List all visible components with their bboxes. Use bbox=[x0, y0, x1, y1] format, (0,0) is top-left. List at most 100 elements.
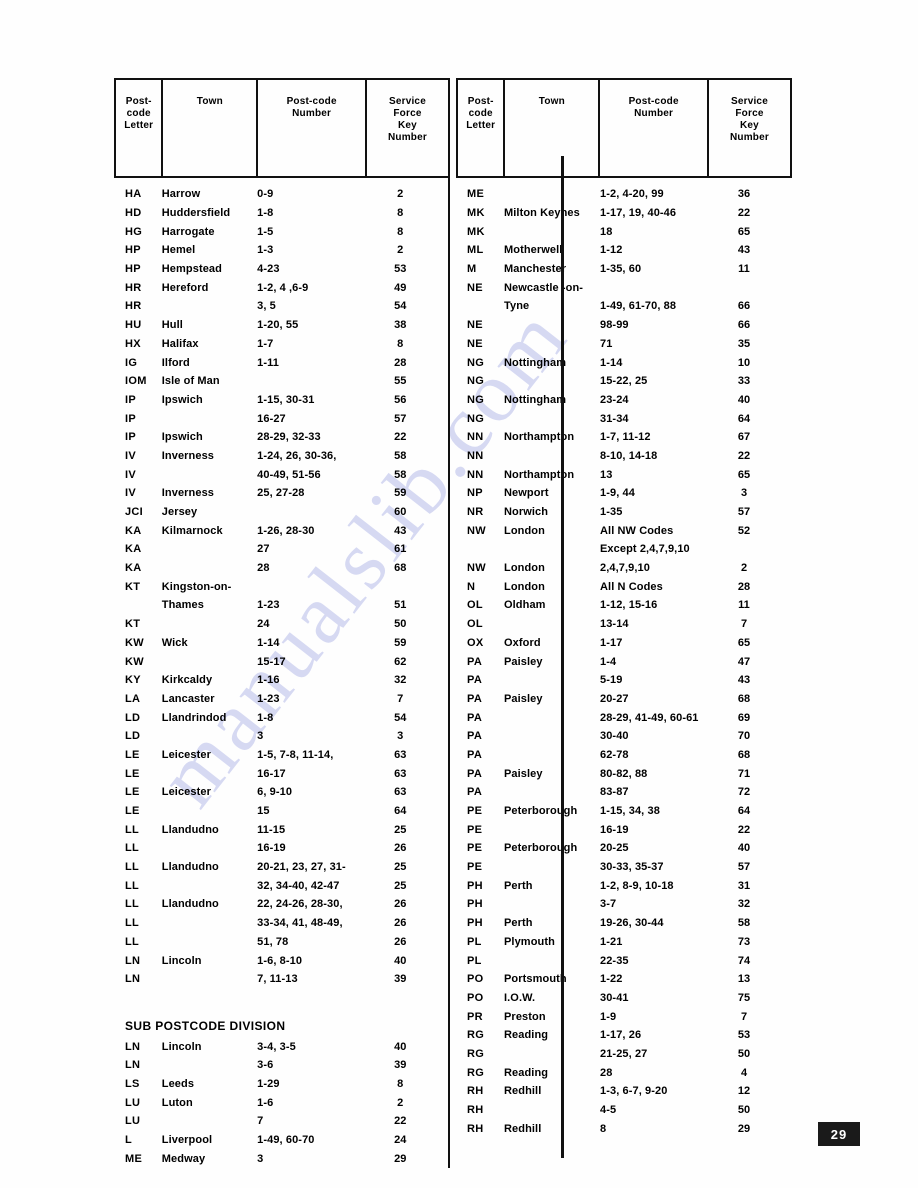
cell-service-force-key-number: 73 bbox=[737, 935, 751, 948]
cell-service-force-key-number: 68 bbox=[737, 748, 751, 761]
cell-service-force-key-number: 3 bbox=[397, 730, 404, 743]
cell-service-force-key-number: 50 bbox=[737, 1047, 751, 1060]
table-row: PA 62-78 68 bbox=[456, 746, 792, 765]
cell-postcode-letter: LL bbox=[125, 879, 140, 892]
table-row: PA Paisley 20-27 68 bbox=[456, 690, 792, 709]
cell-postcode-letter: L bbox=[125, 1134, 133, 1147]
cell-town: Hereford bbox=[161, 281, 209, 294]
table-row: PH Perth 1-2, 8-9, 10-18 31 bbox=[456, 876, 792, 895]
cell-postcode-letter: NN bbox=[467, 468, 484, 481]
cell-postcode-number: 25, 27-28 bbox=[257, 487, 305, 500]
cell-service-force-key-number: 59 bbox=[394, 487, 407, 500]
cell-postcode-letter: IP bbox=[125, 393, 136, 406]
cell-town: Tyne bbox=[504, 300, 530, 313]
cell-postcode-letter: PE bbox=[467, 861, 483, 874]
table-row: ME 1-2, 4-20, 99 36 bbox=[456, 185, 792, 204]
table-row: IV Inverness 25, 27-28 59 bbox=[114, 484, 448, 503]
cell-service-force-key-number: 64 bbox=[737, 412, 751, 425]
cell-postcode-letter: LU bbox=[125, 1115, 141, 1128]
cell-postcode-number: 18 bbox=[600, 225, 613, 238]
cell-postcode-letter: LL bbox=[125, 935, 140, 948]
cell-service-force-key-number: 10 bbox=[737, 356, 751, 369]
cell-service-force-key-number: 28 bbox=[737, 580, 751, 593]
cell-town: Hempstead bbox=[161, 263, 222, 276]
cell-service-force-key-number: 13 bbox=[737, 973, 751, 986]
cell-postcode-letter: KY bbox=[125, 674, 141, 687]
table-row: NN Northampton 1-7, 11-12 67 bbox=[456, 428, 792, 447]
right-postcode-table: Post- code Letter Town Post-code Number bbox=[456, 78, 792, 1138]
table-row: KT Kingston-on- bbox=[114, 577, 448, 596]
cell-service-force-key-number: 63 bbox=[394, 748, 407, 761]
cell-service-force-key-number: 66 bbox=[737, 319, 751, 332]
header-town: Town bbox=[505, 80, 601, 176]
cell-postcode-number: 3-4, 3-5 bbox=[257, 1040, 296, 1053]
cell-service-force-key-number: 26 bbox=[394, 917, 407, 930]
cell-postcode-number: 20-21, 23, 27, 31- bbox=[257, 861, 346, 874]
table-row: HR 3, 5 54 bbox=[114, 297, 448, 316]
table-row: IG Ilford 1-11 28 bbox=[114, 353, 448, 372]
cell-postcode-letter: MK bbox=[467, 207, 485, 220]
cell-town: Norwich bbox=[504, 506, 549, 519]
cell-postcode-number: 1-14 bbox=[600, 356, 623, 369]
cell-postcode-number: 3-6 bbox=[257, 1059, 274, 1072]
cell-service-force-key-number: 53 bbox=[394, 263, 407, 276]
cell-service-force-key-number: 8 bbox=[397, 225, 404, 238]
cell-postcode-letter: RH bbox=[467, 1104, 484, 1117]
table-row: OX Oxford 1-17 65 bbox=[456, 634, 792, 653]
cell-postcode-number: 20-27 bbox=[600, 692, 629, 705]
cell-town: Leicester bbox=[161, 748, 211, 761]
cell-postcode-letter: IV bbox=[125, 487, 136, 500]
cell-postcode-letter: PE bbox=[467, 805, 483, 818]
cell-town: Motherwell bbox=[504, 244, 563, 257]
cell-town: Inverness bbox=[161, 487, 215, 500]
header-postcode-letter: Post- code Letter bbox=[116, 80, 164, 176]
cell-service-force-key-number: 58 bbox=[394, 468, 407, 481]
table-row: Tyne 1-49, 61-70, 88 66 bbox=[456, 297, 792, 316]
table-row: KA 28 68 bbox=[114, 559, 448, 578]
cell-postcode-number: 0-9 bbox=[257, 188, 274, 201]
cell-town: Llandudno bbox=[161, 898, 219, 911]
cell-service-force-key-number: 29 bbox=[737, 1122, 751, 1135]
cell-service-force-key-number: 72 bbox=[737, 786, 751, 799]
cell-postcode-letter: LL bbox=[125, 917, 140, 930]
table-row: NE Newcastle -on- bbox=[456, 278, 792, 297]
cell-service-force-key-number: 70 bbox=[737, 730, 751, 743]
cell-postcode-letter: HR bbox=[125, 300, 142, 313]
cell-postcode-number: 1-12 bbox=[600, 244, 623, 257]
cell-postcode-number: 71 bbox=[600, 337, 613, 350]
cell-postcode-number: 1-26, 28-30 bbox=[257, 524, 315, 537]
header-service-force-key-number: Service Force Key Number bbox=[709, 80, 790, 176]
cell-service-force-key-number: 25 bbox=[394, 861, 407, 874]
table-row: IP 16-27 57 bbox=[114, 409, 448, 428]
cell-service-force-key-number: 64 bbox=[394, 805, 407, 818]
cell-postcode-letter: HR bbox=[125, 281, 142, 294]
cell-town: Peterborough bbox=[504, 842, 578, 855]
header-line-2: Force bbox=[393, 108, 422, 119]
cell-postcode-number: 33-34, 41, 48-49, bbox=[257, 917, 343, 930]
cell-postcode-number: 1-23 bbox=[257, 599, 280, 612]
cell-postcode-letter: LE bbox=[125, 786, 140, 799]
cell-postcode-number: 1-17 bbox=[600, 636, 623, 649]
cell-town: Reading bbox=[504, 1066, 549, 1079]
table-row: KY Kirkcaldy 1-16 32 bbox=[114, 671, 448, 690]
cell-postcode-number: 23-24 bbox=[600, 393, 629, 406]
cell-service-force-key-number: 60 bbox=[394, 506, 407, 519]
left-table-body: HA Harrow 0-9 2 HD Huddersfield 1-8 8 HG Harrogat… bbox=[114, 178, 450, 1169]
cell-postcode-letter: PR bbox=[467, 1010, 483, 1023]
cell-service-force-key-number: 65 bbox=[737, 636, 751, 649]
cell-service-force-key-number: 11 bbox=[738, 599, 750, 612]
table-row: LD 3 3 bbox=[114, 727, 448, 746]
cell-postcode-letter: RG bbox=[467, 1029, 485, 1042]
cell-town: Paisley bbox=[504, 767, 543, 780]
cell-postcode-number: 1-5, 7-8, 11-14, bbox=[257, 748, 334, 761]
cell-postcode-letter: PA bbox=[467, 655, 483, 668]
cell-postcode-letter: LN bbox=[125, 954, 141, 967]
cell-postcode-number: 1-9 bbox=[600, 1010, 617, 1023]
header-line-1: Post- bbox=[467, 96, 494, 107]
cell-service-force-key-number: 64 bbox=[737, 805, 751, 818]
cell-postcode-number: 1-49, 61-70, 88 bbox=[600, 300, 677, 313]
cell-service-force-key-number: 22 bbox=[394, 1115, 407, 1128]
cell-postcode-number: 51, 78 bbox=[257, 935, 289, 948]
cell-postcode-number: 1-14 bbox=[257, 636, 280, 649]
table-row: Thames 1-23 51 bbox=[114, 596, 448, 615]
